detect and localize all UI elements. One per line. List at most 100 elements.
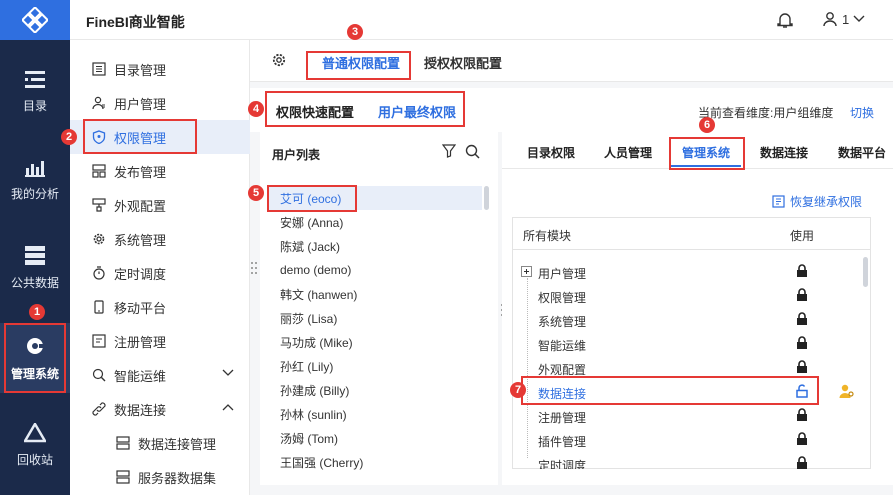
nav-item-label: 数据连接管理 [138, 436, 217, 452]
module-label: 用户管理 [538, 267, 587, 281]
filter-icon[interactable] [442, 144, 456, 158]
rail-item-recycle-bin[interactable]: 回收站 [0, 410, 70, 480]
table-row[interactable]: 注册管理 [513, 404, 870, 428]
recycle-bin-icon [24, 422, 46, 442]
user-row[interactable]: 陈斌 (Jack) [268, 234, 482, 258]
user-name: 孙建成 (Billy) [280, 383, 350, 398]
table-row[interactable]: 定时调度 [513, 452, 870, 469]
rail-item-public-data[interactable]: 公共数据 [0, 233, 70, 303]
user-name: 丽莎 (Lisa) [280, 311, 338, 326]
user-name: 孙林 (sunlin) [280, 407, 347, 422]
nav-item-label: 数据连接 [114, 402, 167, 418]
lock-icon[interactable] [796, 408, 808, 422]
highlight-box [521, 376, 819, 405]
table-row[interactable]: 用户管理 [513, 260, 870, 284]
lock-icon[interactable] [796, 264, 808, 278]
nav-item-system-manage[interactable]: 系统管理 [70, 222, 250, 256]
bell-icon[interactable] [777, 11, 793, 29]
chevron-down-icon [222, 369, 234, 376]
tab-catalog-permission[interactable]: 目录权限 [527, 144, 575, 161]
user-row[interactable]: 孙红 (Lily) [268, 354, 482, 378]
nav-item-label: 发布管理 [114, 164, 167, 180]
user-icon [823, 12, 837, 27]
catalog-manage-icon [92, 62, 106, 76]
nav-item-timer[interactable]: 定时调度 [70, 256, 250, 290]
user-manage-icon [92, 96, 105, 110]
tab-data-connection[interactable]: 数据连接 [760, 144, 808, 161]
table-row[interactable]: 插件管理 [513, 428, 870, 452]
gear-icon[interactable] [271, 52, 287, 68]
highlight-box [267, 185, 357, 212]
col-module: 所有模块 [523, 229, 572, 243]
user-name: 汤姆 (Tom) [280, 431, 338, 446]
user-row[interactable]: 孙建成 (Billy) [268, 378, 482, 402]
user-row[interactable]: 汤姆 (Tom) [268, 426, 482, 450]
connection-manage-icon [116, 436, 130, 450]
brand-title: FineBI商业智能 [86, 14, 185, 30]
nav-item-server-dataset[interactable]: 服务器数据集 [70, 460, 250, 494]
nav-item-data-connection[interactable]: 数据连接 [70, 392, 250, 426]
step-badge: 2 [61, 129, 77, 145]
table-row[interactable]: 系统管理 [513, 308, 870, 332]
rail-item-catalog[interactable]: 目录 [0, 57, 70, 127]
lock-icon[interactable] [796, 456, 808, 469]
highlight-box [306, 51, 411, 80]
nav-item-register[interactable]: 注册管理 [70, 324, 250, 358]
admin-nav: 目录管理 用户管理 权限管理 发布管理 外观配置 系统管理 定时调度 移动平台 … [70, 40, 250, 495]
user-name: 陈斌 (Jack) [280, 239, 341, 254]
mobile-icon [94, 300, 104, 314]
user-list-title: 用户列表 [272, 148, 321, 162]
table-row[interactable]: 智能运维 [513, 332, 870, 356]
expand-icon[interactable] [521, 266, 532, 277]
user-row[interactable]: 韩文 (hanwen) [268, 282, 482, 306]
app-logo[interactable] [0, 0, 70, 40]
user-menu[interactable]: 1 [822, 11, 865, 27]
user-row[interactable]: 安娜 (Anna) [268, 210, 482, 234]
module-label: 插件管理 [538, 435, 587, 449]
logo-icon [22, 7, 48, 33]
lock-icon[interactable] [796, 312, 808, 326]
lock-icon[interactable] [796, 288, 808, 302]
nav-item-connection-manage[interactable]: 数据连接管理 [70, 426, 250, 460]
highlight-box [83, 119, 197, 154]
nav-item-label: 用户管理 [114, 96, 167, 112]
col-use: 使用 [790, 229, 815, 243]
lock-icon[interactable] [796, 360, 808, 374]
user-key-icon[interactable] [839, 383, 855, 399]
nav-item-label: 目录管理 [114, 62, 167, 78]
step-badge: 4 [248, 101, 264, 117]
nav-item-publish[interactable]: 发布管理 [70, 154, 250, 188]
nav-item-label: 移动平台 [114, 300, 167, 316]
user-row[interactable]: 王国强 (Cherry) [268, 450, 482, 474]
user-row[interactable]: 丽莎 (Lisa) [268, 306, 482, 330]
user-list-scrollbar[interactable] [484, 186, 489, 210]
nav-item-label: 外观配置 [114, 198, 167, 214]
nav-item-ops[interactable]: 智能运维 [70, 358, 250, 392]
search-icon[interactable] [465, 144, 480, 159]
restore-inherit-button[interactable]: 恢复继承权限 [772, 193, 862, 210]
tab-grant-permission[interactable]: 授权权限配置 [424, 53, 502, 72]
user-name: 王国强 (Cherry) [280, 455, 364, 470]
nav-item-catalog-manage[interactable]: 目录管理 [70, 52, 250, 86]
switch-link[interactable]: 切换 [850, 104, 874, 121]
nav-item-user-manage[interactable]: 用户管理 [70, 86, 250, 120]
restore-icon [772, 195, 785, 208]
lock-icon[interactable] [796, 432, 808, 446]
rail-item-label: 回收站 [16, 452, 53, 467]
rail-item-my-analysis[interactable]: 我的分析 [0, 145, 70, 215]
module-label: 系统管理 [538, 315, 587, 329]
nav-item-appearance[interactable]: 外观配置 [70, 188, 250, 222]
user-row[interactable]: demo (demo) [268, 258, 482, 282]
module-label: 权限管理 [538, 291, 587, 305]
table-row[interactable]: 权限管理 [513, 284, 870, 308]
drag-handle-icon[interactable] [250, 260, 258, 276]
nav-item-mobile[interactable]: 移动平台 [70, 290, 250, 324]
user-row[interactable]: 马功成 (Mike) [268, 330, 482, 354]
user-row[interactable]: 孙林 (sunlin) [268, 402, 482, 426]
rail-item-label: 我的分析 [10, 186, 59, 201]
lock-icon[interactable] [796, 336, 808, 350]
step-badge: 3 [347, 24, 363, 40]
chevron-down-icon [853, 15, 865, 22]
tab-data-platform[interactable]: 数据平台 [838, 144, 886, 161]
tab-personnel-manage[interactable]: 人员管理 [604, 144, 652, 161]
